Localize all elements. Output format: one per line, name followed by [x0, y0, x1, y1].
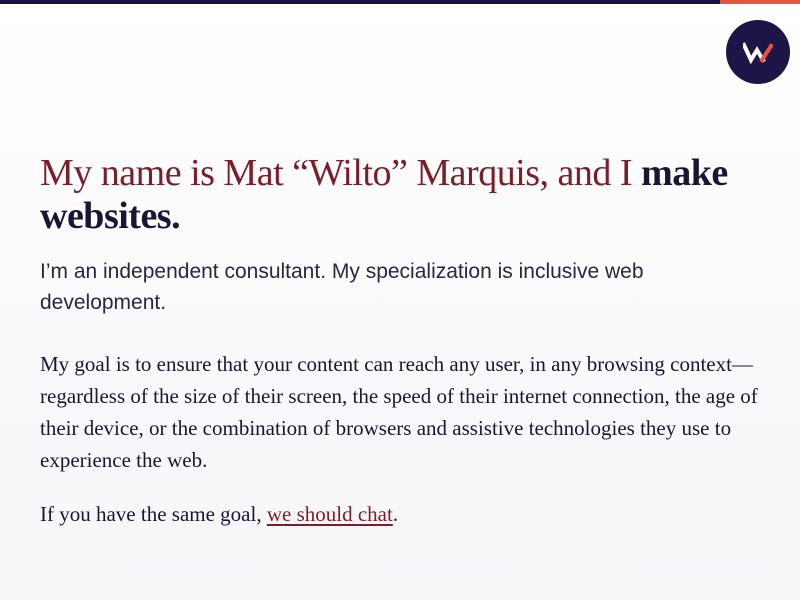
cta-paragraph: If you have the same goal, we should cha… [40, 498, 770, 530]
top-accent-bar [0, 0, 800, 4]
main-content: My name is Mat “Wilto” Marquis, and I ma… [40, 152, 770, 530]
w-monogram-icon [743, 40, 773, 64]
goal-paragraph: My goal is to ensure that your content c… [40, 352, 758, 472]
site-logo-button[interactable] [726, 20, 790, 84]
cta-suffix: . [392, 502, 399, 526]
headline-intro: My name is Mat “Wilto” Marquis, and I [40, 152, 633, 194]
top-bar-orange-segment [720, 0, 800, 4]
contact-link[interactable]: we should chat [267, 502, 393, 526]
cta-prefix: If you have the same goal, [40, 502, 262, 526]
top-bar-navy-segment [0, 0, 720, 4]
page-title: My name is Mat “Wilto” Marquis, and I ma… [40, 152, 740, 238]
lede-paragraph: I’m an independent consultant. My specia… [40, 260, 644, 314]
